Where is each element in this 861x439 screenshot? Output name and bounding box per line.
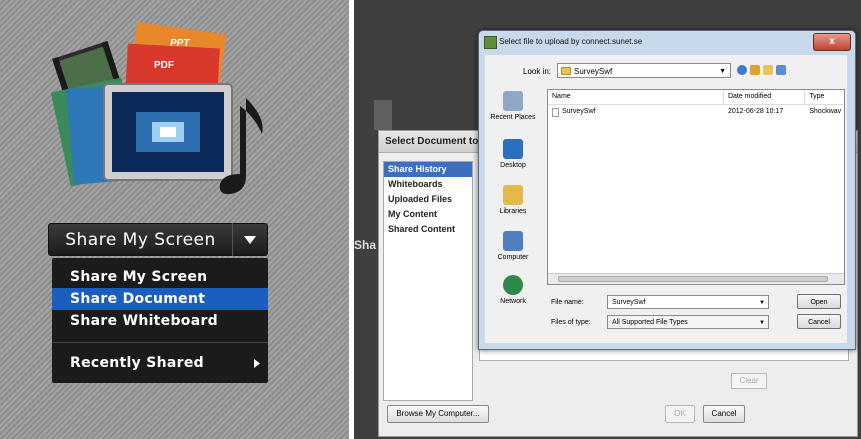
place-desktop[interactable]: Desktop (485, 139, 541, 169)
menu-item-share-document[interactable]: Share Document (52, 288, 268, 310)
desktop-icon (503, 139, 523, 159)
look-in-select[interactable]: SurveySwf ▼ (557, 63, 731, 78)
view-menu-icon[interactable] (776, 65, 786, 75)
file-name: SurveySwf (562, 108, 596, 115)
column-type[interactable]: Type (805, 90, 844, 104)
dropdown-arrow-icon[interactable]: ▼ (719, 64, 726, 79)
sidebar-item-share-history[interactable]: Share History (384, 162, 472, 177)
menu-item-recently-shared[interactable]: Recently Shared (52, 351, 268, 375)
file-row[interactable]: SurveySwf 2012-06-28 10:17 Shockwav (548, 105, 844, 119)
file-upload-dialog: Select file to upload by connect.sunet.s… (478, 30, 856, 350)
place-label: Desktop (500, 162, 526, 169)
file-type-cell: Shockwav (809, 108, 842, 115)
file-list-header: Name Date modified Type (548, 90, 844, 105)
ok-button[interactable]: OK (665, 405, 695, 423)
recently-shared-label: Recently Shared (70, 355, 204, 371)
share-my-screen-button[interactable]: Share My Screen (48, 223, 268, 256)
files-of-type-select[interactable]: All Supported File Types ▼ (607, 315, 769, 329)
place-label: Libraries (499, 208, 527, 215)
look-in-value: SurveySwf (574, 67, 613, 76)
places-bar: Recent Places Desktop Libraries Computer… (485, 89, 541, 339)
recent-places-icon (503, 91, 523, 111)
menu-divider (52, 342, 268, 343)
background-pod-edge (374, 100, 392, 130)
sidebar-item-uploaded-files[interactable]: Uploaded Files (384, 192, 472, 207)
share-illustration-icon: PPT PDF (50, 22, 263, 195)
libraries-icon (503, 185, 523, 205)
horizontal-scrollbar[interactable] (548, 273, 844, 284)
new-folder-icon[interactable] (763, 65, 773, 75)
file-list[interactable]: Name Date modified Type SurveySwf 2012-0… (547, 89, 845, 285)
scrollbar-thumb[interactable] (558, 276, 828, 282)
dropdown-arrow-icon[interactable]: ▼ (759, 316, 765, 330)
close-icon[interactable]: x (813, 33, 851, 51)
place-recent-places[interactable]: Recent Places (485, 91, 541, 121)
cancel-button[interactable]: Cancel (703, 405, 745, 423)
files-of-type-value: All Supported File Types (612, 319, 688, 326)
file-dialog-toolbar (737, 63, 786, 77)
share-menu: Share My Screen Share Document Share Whi… (52, 258, 268, 383)
computer-icon (503, 231, 523, 251)
file-date-cell: 2012-06-28 10:17 (727, 108, 784, 115)
file-name-label: File name: (551, 299, 584, 306)
dropdown-arrow-icon[interactable]: ▼ (759, 296, 765, 310)
place-label: Recent Places (490, 114, 536, 121)
dropdown-arrow-icon[interactable] (233, 223, 267, 256)
sidebar-item-whiteboards[interactable]: Whiteboards (384, 177, 472, 192)
file-name-field[interactable]: SurveySwf ▼ (607, 295, 769, 309)
folder-icon (561, 67, 571, 75)
menu-item-share-my-screen[interactable]: Share My Screen (52, 266, 268, 288)
sidebar-item-my-content[interactable]: My Content (384, 207, 472, 222)
column-date-modified[interactable]: Date modified (724, 90, 806, 104)
file-dialog-panel: Sha Select Document to Sh Share History … (354, 0, 861, 439)
files-of-type-label: Files of type: (551, 319, 591, 326)
back-icon[interactable] (737, 65, 747, 75)
file-name-cell: SurveySwf (548, 105, 724, 119)
place-computer[interactable]: Computer (485, 231, 541, 261)
place-label: Network (500, 298, 526, 305)
file-dialog-title: Select file to upload by connect.sunet.s… (499, 37, 643, 46)
browse-my-computer-button[interactable]: Browse My Computer... (387, 405, 489, 423)
share-button-label: Share My Screen (65, 229, 216, 250)
file-cancel-button[interactable]: Cancel (797, 314, 841, 329)
submenu-arrow-icon (254, 351, 260, 375)
app-icon (484, 36, 497, 49)
open-button[interactable]: Open (797, 294, 841, 309)
place-label: Computer (497, 254, 529, 261)
sidebar-item-shared-content[interactable]: Shared Content (384, 222, 472, 237)
place-network[interactable]: Network (485, 275, 541, 305)
share-pod-panel: PPT PDF Share My Screen Share My Screen … (0, 0, 349, 439)
document-source-sidebar: Share History Whiteboards Uploaded Files… (383, 161, 473, 401)
menu-item-share-whiteboard[interactable]: Share Whiteboard (52, 310, 268, 332)
clear-button[interactable]: Clear (731, 373, 767, 389)
network-icon (503, 275, 523, 295)
file-name-value: SurveySwf (612, 299, 646, 306)
up-folder-icon[interactable] (750, 65, 760, 75)
file-dialog-titlebar: Select file to upload by connect.sunet.s… (479, 31, 855, 53)
file-icon (552, 107, 559, 117)
look-in-label: Look in: (523, 67, 552, 76)
ppt-thumb-label: PPT (170, 38, 190, 49)
pdf-thumb-label: PDF (154, 60, 174, 71)
column-name[interactable]: Name (548, 90, 724, 104)
place-libraries[interactable]: Libraries (485, 185, 541, 215)
background-share-text: Sha (354, 238, 377, 252)
file-dialog-body: Look in: SurveySwf ▼ Recent Places Deskt… (485, 55, 847, 343)
